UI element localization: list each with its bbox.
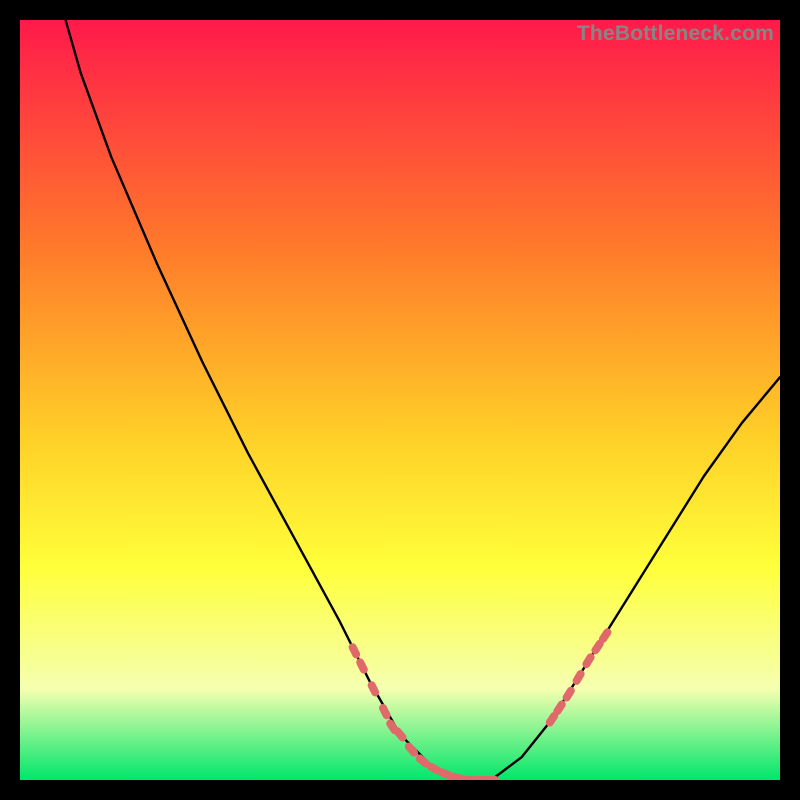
bottleneck-chart xyxy=(20,20,780,780)
curve-marker xyxy=(483,776,499,780)
watermark-text: TheBottleneck.com xyxy=(577,22,774,46)
chart-frame: TheBottleneck.com xyxy=(20,20,780,780)
gradient-background xyxy=(20,20,780,780)
